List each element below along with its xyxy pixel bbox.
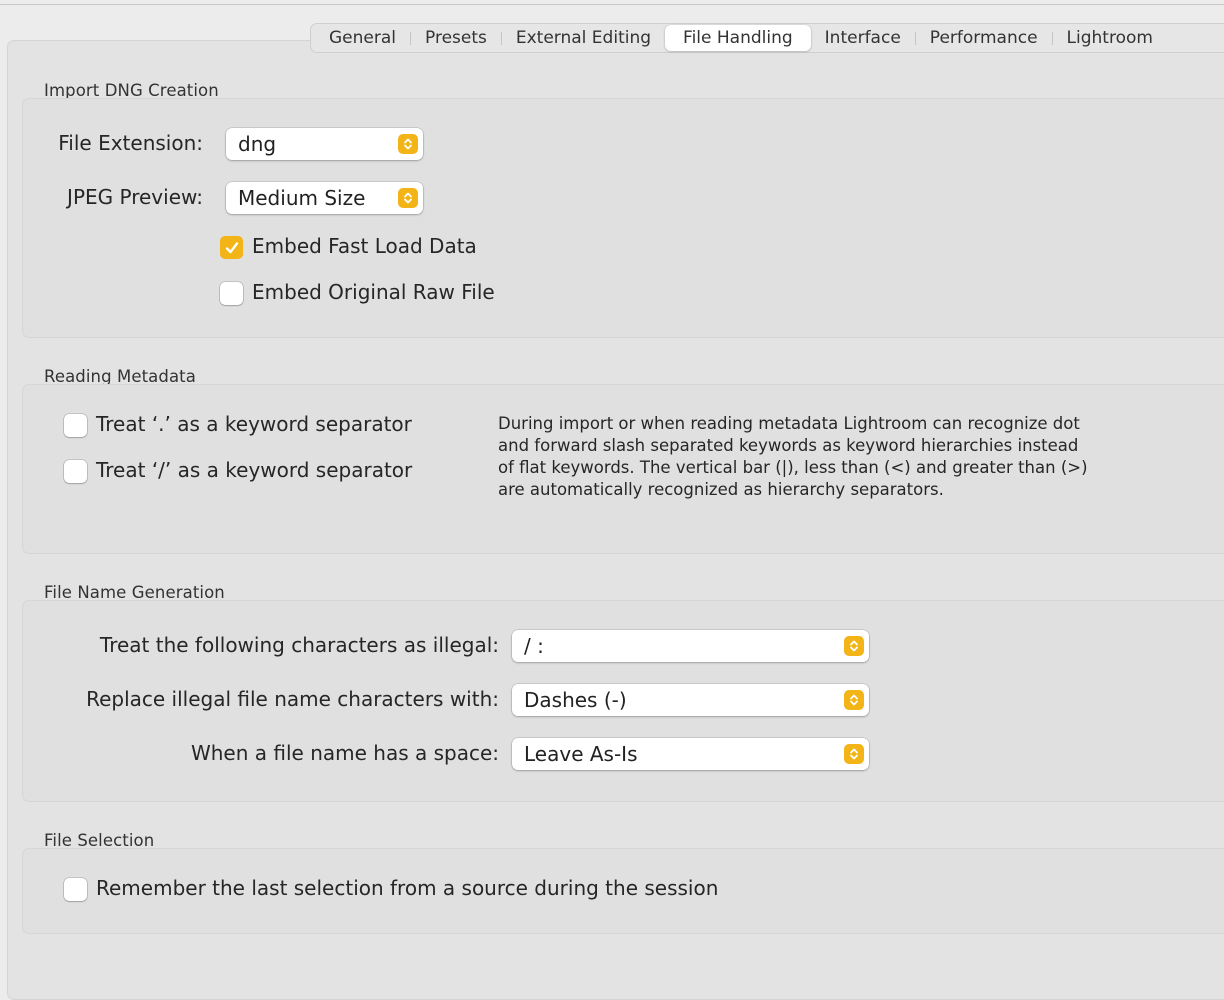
preferences-tab-bar: General Presets External Editing File Ha… [310,23,1224,53]
jpeg-preview-value: Medium Size [238,186,366,210]
embed-original-raw-checkbox[interactable] [220,282,243,305]
window-top-edge [0,0,1224,5]
replace-illegal-popup[interactable]: Dashes (-) [512,684,869,716]
checkmark-icon [225,241,238,253]
space-handling-value: Leave As-Is [524,742,638,766]
dot-separator-checkbox[interactable] [64,414,87,437]
chevron-up-down-icon [844,636,864,656]
jpeg-preview-popup[interactable]: Medium Size [226,182,423,214]
illegal-chars-popup[interactable]: / : [512,630,869,662]
slash-separator-checkbox[interactable] [64,460,87,483]
tab-interface[interactable]: Interface [811,25,915,51]
embed-fast-load-checkbox[interactable] [220,236,243,259]
keyword-separator-description: During import or when reading metadata L… [498,414,1088,499]
chevron-up-down-icon [844,744,864,764]
tab-general[interactable]: General [315,25,410,51]
dot-separator-label[interactable]: Treat ‘.’ as a keyword separator [96,412,412,436]
chevron-up-down-icon [398,188,418,208]
chevron-up-down-icon [398,134,418,154]
chevron-up-down-icon [844,690,864,710]
space-handling-label: When a file name has a space: [190,741,499,765]
embed-original-raw-label[interactable]: Embed Original Raw File [252,280,495,304]
slash-separator-label[interactable]: Treat ‘/’ as a keyword separator [96,458,412,482]
space-handling-popup[interactable]: Leave As-Is [512,738,869,770]
illegal-chars-value: / : [524,634,544,658]
tab-presets[interactable]: Presets [411,25,501,51]
file-extension-label: File Extension: [58,131,203,155]
embed-fast-load-label[interactable]: Embed Fast Load Data [252,234,477,258]
tab-performance[interactable]: Performance [916,25,1052,51]
tab-external-editing[interactable]: External Editing [502,25,665,51]
jpeg-preview-label: JPEG Preview: [67,185,203,209]
remember-selection-label[interactable]: Remember the last selection from a sourc… [96,876,718,900]
tab-file-handling[interactable]: File Handling [665,25,811,51]
file-extension-popup[interactable]: dng [226,128,423,160]
remember-selection-checkbox[interactable] [64,878,87,901]
replace-illegal-value: Dashes (-) [524,688,627,712]
tab-lightroom[interactable]: Lightroom [1053,25,1167,51]
file-extension-value: dng [238,132,277,156]
illegal-chars-label: Treat the following characters as illega… [99,633,499,657]
replace-illegal-label: Replace illegal file name characters wit… [86,687,499,711]
